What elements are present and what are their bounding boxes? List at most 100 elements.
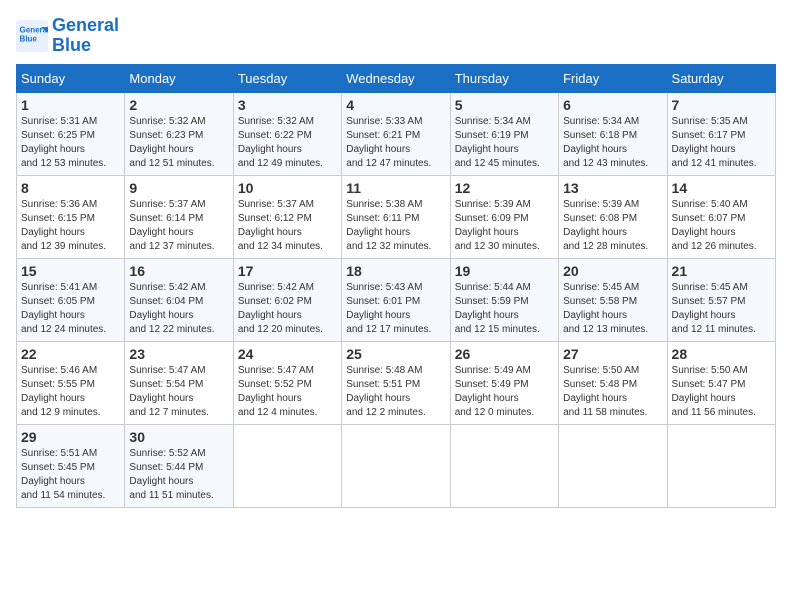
calendar-cell: 10 Sunrise: 5:37 AMSunset: 6:12 PMDaylig… bbox=[233, 175, 341, 258]
day-info: Sunrise: 5:50 AMSunset: 5:47 PMDaylight … bbox=[672, 364, 771, 420]
day-info: Sunrise: 5:32 AMSunset: 6:23 PMDaylight … bbox=[129, 115, 228, 171]
calendar-cell: 29 Sunrise: 5:51 AMSunset: 5:45 PMDaylig… bbox=[17, 424, 125, 507]
day-number: 14 bbox=[672, 180, 771, 196]
day-number: 22 bbox=[21, 346, 120, 362]
day-number: 13 bbox=[563, 180, 662, 196]
day-number: 23 bbox=[129, 346, 228, 362]
day-number: 5 bbox=[455, 97, 554, 113]
day-number: 21 bbox=[672, 263, 771, 279]
calendar-cell: 24 Sunrise: 5:47 AMSunset: 5:52 PMDaylig… bbox=[233, 341, 341, 424]
calendar-cell: 3 Sunrise: 5:32 AMSunset: 6:22 PMDayligh… bbox=[233, 92, 341, 175]
day-number: 12 bbox=[455, 180, 554, 196]
day-info: Sunrise: 5:47 AMSunset: 5:52 PMDaylight … bbox=[238, 364, 337, 420]
day-number: 18 bbox=[346, 263, 445, 279]
calendar-table: SundayMondayTuesdayWednesdayThursdayFrid… bbox=[16, 64, 776, 508]
calendar-cell: 21 Sunrise: 5:45 AMSunset: 5:57 PMDaylig… bbox=[667, 258, 775, 341]
calendar-cell: 30 Sunrise: 5:52 AMSunset: 5:44 PMDaylig… bbox=[125, 424, 233, 507]
day-info: Sunrise: 5:31 AMSunset: 6:25 PMDaylight … bbox=[21, 115, 120, 171]
calendar-cell: 25 Sunrise: 5:48 AMSunset: 5:51 PMDaylig… bbox=[342, 341, 450, 424]
calendar-cell: 12 Sunrise: 5:39 AMSunset: 6:09 PMDaylig… bbox=[450, 175, 558, 258]
calendar-cell: 15 Sunrise: 5:41 AMSunset: 6:05 PMDaylig… bbox=[17, 258, 125, 341]
day-info: Sunrise: 5:36 AMSunset: 6:15 PMDaylight … bbox=[21, 198, 120, 254]
day-info: Sunrise: 5:34 AMSunset: 6:19 PMDaylight … bbox=[455, 115, 554, 171]
calendar-cell: 14 Sunrise: 5:40 AMSunset: 6:07 PMDaylig… bbox=[667, 175, 775, 258]
day-number: 15 bbox=[21, 263, 120, 279]
calendar-cell: 1 Sunrise: 5:31 AMSunset: 6:25 PMDayligh… bbox=[17, 92, 125, 175]
calendar-cell: 28 Sunrise: 5:50 AMSunset: 5:47 PMDaylig… bbox=[667, 341, 775, 424]
day-info: Sunrise: 5:39 AMSunset: 6:09 PMDaylight … bbox=[455, 198, 554, 254]
day-number: 11 bbox=[346, 180, 445, 196]
calendar-week-1: 1 Sunrise: 5:31 AMSunset: 6:25 PMDayligh… bbox=[17, 92, 776, 175]
day-number: 4 bbox=[346, 97, 445, 113]
weekday-monday: Monday bbox=[125, 64, 233, 92]
day-number: 24 bbox=[238, 346, 337, 362]
logo: General Blue General Blue bbox=[16, 16, 119, 56]
calendar-cell: 2 Sunrise: 5:32 AMSunset: 6:23 PMDayligh… bbox=[125, 92, 233, 175]
weekday-sunday: Sunday bbox=[17, 64, 125, 92]
day-info: Sunrise: 5:46 AMSunset: 5:55 PMDaylight … bbox=[21, 364, 120, 420]
weekday-friday: Friday bbox=[559, 64, 667, 92]
calendar-cell: 6 Sunrise: 5:34 AMSunset: 6:18 PMDayligh… bbox=[559, 92, 667, 175]
day-number: 9 bbox=[129, 180, 228, 196]
day-info: Sunrise: 5:33 AMSunset: 6:21 PMDaylight … bbox=[346, 115, 445, 171]
day-info: Sunrise: 5:48 AMSunset: 5:51 PMDaylight … bbox=[346, 364, 445, 420]
day-number: 30 bbox=[129, 429, 228, 445]
calendar-cell bbox=[559, 424, 667, 507]
day-number: 3 bbox=[238, 97, 337, 113]
day-number: 8 bbox=[21, 180, 120, 196]
calendar-cell: 19 Sunrise: 5:44 AMSunset: 5:59 PMDaylig… bbox=[450, 258, 558, 341]
calendar-week-3: 15 Sunrise: 5:41 AMSunset: 6:05 PMDaylig… bbox=[17, 258, 776, 341]
day-info: Sunrise: 5:52 AMSunset: 5:44 PMDaylight … bbox=[129, 447, 228, 503]
calendar-cell: 17 Sunrise: 5:42 AMSunset: 6:02 PMDaylig… bbox=[233, 258, 341, 341]
day-info: Sunrise: 5:32 AMSunset: 6:22 PMDaylight … bbox=[238, 115, 337, 171]
day-info: Sunrise: 5:38 AMSunset: 6:11 PMDaylight … bbox=[346, 198, 445, 254]
day-info: Sunrise: 5:39 AMSunset: 6:08 PMDaylight … bbox=[563, 198, 662, 254]
calendar-cell: 11 Sunrise: 5:38 AMSunset: 6:11 PMDaylig… bbox=[342, 175, 450, 258]
weekday-saturday: Saturday bbox=[667, 64, 775, 92]
calendar-cell bbox=[667, 424, 775, 507]
day-number: 28 bbox=[672, 346, 771, 362]
calendar-cell: 7 Sunrise: 5:35 AMSunset: 6:17 PMDayligh… bbox=[667, 92, 775, 175]
weekday-thursday: Thursday bbox=[450, 64, 558, 92]
day-info: Sunrise: 5:51 AMSunset: 5:45 PMDaylight … bbox=[21, 447, 120, 503]
day-number: 17 bbox=[238, 263, 337, 279]
svg-text:Blue: Blue bbox=[20, 34, 38, 43]
day-number: 6 bbox=[563, 97, 662, 113]
day-number: 25 bbox=[346, 346, 445, 362]
weekday-tuesday: Tuesday bbox=[233, 64, 341, 92]
day-number: 1 bbox=[21, 97, 120, 113]
day-info: Sunrise: 5:49 AMSunset: 5:49 PMDaylight … bbox=[455, 364, 554, 420]
calendar-week-2: 8 Sunrise: 5:36 AMSunset: 6:15 PMDayligh… bbox=[17, 175, 776, 258]
calendar-cell bbox=[233, 424, 341, 507]
day-number: 19 bbox=[455, 263, 554, 279]
day-info: Sunrise: 5:45 AMSunset: 5:58 PMDaylight … bbox=[563, 281, 662, 337]
calendar-cell: 13 Sunrise: 5:39 AMSunset: 6:08 PMDaylig… bbox=[559, 175, 667, 258]
day-info: Sunrise: 5:43 AMSunset: 6:01 PMDaylight … bbox=[346, 281, 445, 337]
day-info: Sunrise: 5:47 AMSunset: 5:54 PMDaylight … bbox=[129, 364, 228, 420]
calendar-cell: 9 Sunrise: 5:37 AMSunset: 6:14 PMDayligh… bbox=[125, 175, 233, 258]
day-number: 7 bbox=[672, 97, 771, 113]
day-info: Sunrise: 5:37 AMSunset: 6:14 PMDaylight … bbox=[129, 198, 228, 254]
day-info: Sunrise: 5:37 AMSunset: 6:12 PMDaylight … bbox=[238, 198, 337, 254]
svg-text:General: General bbox=[20, 25, 48, 34]
day-info: Sunrise: 5:34 AMSunset: 6:18 PMDaylight … bbox=[563, 115, 662, 171]
day-info: Sunrise: 5:44 AMSunset: 5:59 PMDaylight … bbox=[455, 281, 554, 337]
calendar-cell: 18 Sunrise: 5:43 AMSunset: 6:01 PMDaylig… bbox=[342, 258, 450, 341]
calendar-cell: 20 Sunrise: 5:45 AMSunset: 5:58 PMDaylig… bbox=[559, 258, 667, 341]
day-info: Sunrise: 5:41 AMSunset: 6:05 PMDaylight … bbox=[21, 281, 120, 337]
calendar-cell: 8 Sunrise: 5:36 AMSunset: 6:15 PMDayligh… bbox=[17, 175, 125, 258]
calendar-cell bbox=[342, 424, 450, 507]
day-info: Sunrise: 5:35 AMSunset: 6:17 PMDaylight … bbox=[672, 115, 771, 171]
day-number: 27 bbox=[563, 346, 662, 362]
calendar-cell bbox=[450, 424, 558, 507]
day-number: 29 bbox=[21, 429, 120, 445]
calendar-cell: 4 Sunrise: 5:33 AMSunset: 6:21 PMDayligh… bbox=[342, 92, 450, 175]
calendar-cell: 22 Sunrise: 5:46 AMSunset: 5:55 PMDaylig… bbox=[17, 341, 125, 424]
day-info: Sunrise: 5:45 AMSunset: 5:57 PMDaylight … bbox=[672, 281, 771, 337]
logo-icon: General Blue bbox=[16, 20, 48, 52]
day-number: 26 bbox=[455, 346, 554, 362]
day-info: Sunrise: 5:42 AMSunset: 6:04 PMDaylight … bbox=[129, 281, 228, 337]
day-number: 2 bbox=[129, 97, 228, 113]
calendar-cell: 23 Sunrise: 5:47 AMSunset: 5:54 PMDaylig… bbox=[125, 341, 233, 424]
day-info: Sunrise: 5:42 AMSunset: 6:02 PMDaylight … bbox=[238, 281, 337, 337]
